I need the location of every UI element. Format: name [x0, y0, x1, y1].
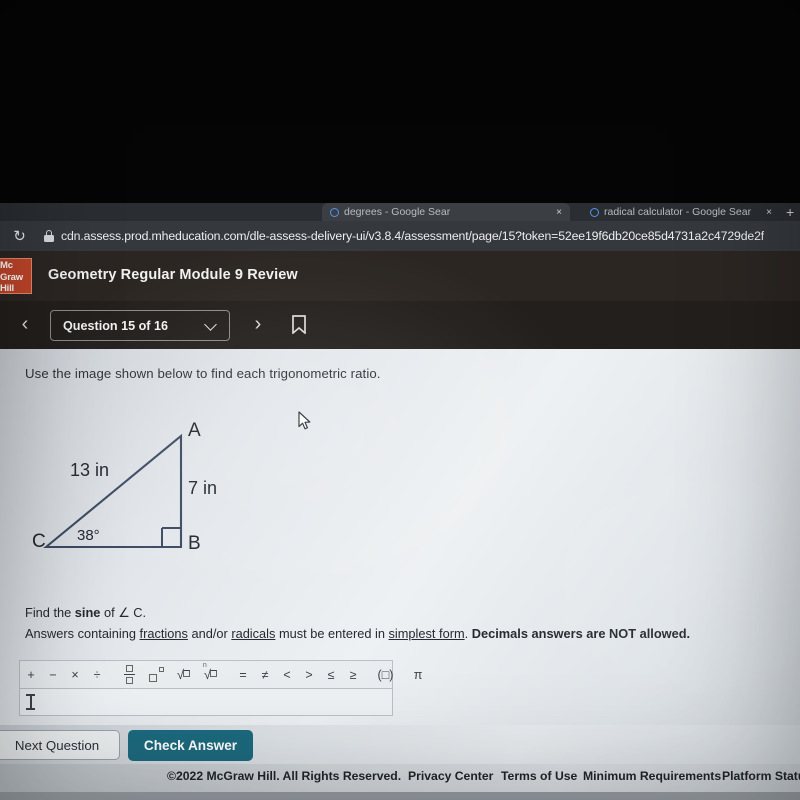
not-equals-button[interactable]: ≠ — [254, 660, 276, 689]
parentheses-button[interactable]: (□) — [372, 660, 399, 689]
text-caret — [26, 694, 35, 710]
footer-link-privacy-center[interactable]: Privacy Center — [408, 769, 493, 783]
dark-bezel-top — [0, 0, 800, 203]
answer-input[interactable] — [19, 689, 393, 716]
note-part-d: . — [464, 626, 472, 641]
nth-root-icon[interactable]: n √ — [197, 660, 224, 689]
mcgraw-hill-logo[interactable]: Mc Graw Hill — [0, 258, 32, 294]
question-selector-label: Question 15 of 16 — [63, 318, 168, 333]
greater-than-button[interactable]: > — [298, 660, 320, 689]
page-title: Geometry Regular Module 9 Review — [48, 267, 298, 283]
previous-question-button[interactable]: ‹ — [13, 312, 37, 336]
question-selector[interactable]: Question 15 of 16 — [50, 310, 230, 341]
footer-link-platform-status[interactable]: Platform Status — [722, 769, 800, 783]
equals-button[interactable]: = — [232, 660, 254, 689]
logo-line-3: Hill — [0, 283, 14, 294]
google-favicon-icon — [590, 207, 599, 217]
multiply-button[interactable]: × — [64, 660, 86, 689]
answer-format-note: Answers containing fractions and/or radi… — [25, 626, 690, 641]
exponent-icon[interactable] — [143, 660, 170, 689]
browser-tab-strip: degrees - Google Sear × radical calculat… — [0, 203, 800, 221]
page-footer: ©2022 McGraw Hill. All Rights Reserved. … — [0, 764, 800, 792]
less-than-button[interactable]: < — [276, 660, 298, 689]
footer-link-minimum-requirements[interactable]: Minimum Requirements — [583, 769, 721, 783]
url-input[interactable]: cdn.assess.prod.mheducation.com/dle-asse… — [61, 229, 764, 243]
vertex-label-a: A — [188, 420, 201, 441]
math-input-toolbar: + − × ÷ √ n √ = ≠ < > ≤ ≥ (□) π — [19, 660, 422, 689]
vertex-label-b: B — [188, 533, 201, 554]
logo-line-1: Mc — [0, 260, 13, 271]
note-decimals-warning: Decimals answers are NOT allowed. — [471, 626, 691, 641]
opposite-side-length-label: 7 in — [188, 478, 218, 498]
browser-tab[interactable]: degrees - Google Sear × — [322, 203, 570, 221]
square-root-icon[interactable]: √ — [170, 660, 197, 689]
find-instruction: Find the sine of ∠ C. — [25, 605, 146, 621]
mouse-pointer — [298, 411, 311, 430]
pi-button[interactable]: π — [407, 660, 429, 689]
next-question-button[interactable]: Next Question — [0, 730, 120, 760]
next-question-arrow-button[interactable]: › — [246, 312, 270, 336]
note-fractions-link: fractions — [139, 626, 188, 641]
chevron-down-icon — [204, 318, 217, 331]
reload-icon[interactable]: ↻ — [11, 228, 28, 245]
footer-link-terms-of-use[interactable]: Terms of Use — [501, 769, 577, 783]
check-answer-button[interactable]: Check Answer — [128, 730, 253, 761]
tab-title: radical calculator - Google Sear — [604, 206, 752, 218]
copyright-text: ©2022 McGraw Hill. All Rights Reserved. — [167, 769, 402, 783]
find-suffix: of ∠ C. — [100, 605, 147, 620]
note-part-b: and/or — [187, 626, 232, 641]
app-header: Mc Graw Hill Geometry Regular Module 9 R… — [0, 251, 800, 301]
find-ratio-name: sine — [74, 605, 101, 620]
dark-bezel-bottom — [0, 792, 800, 800]
note-part-c: must be entered in — [275, 626, 389, 641]
lock-icon — [44, 230, 54, 242]
note-radicals-link: radicals — [231, 626, 276, 641]
close-icon[interactable]: × — [556, 207, 562, 218]
close-icon[interactable]: × — [766, 207, 772, 218]
browser-omnibox-row: ↻ cdn.assess.prod.mheducation.com/dle-as… — [0, 221, 800, 251]
note-simplest-form-link: simplest form — [388, 626, 465, 641]
assessment-content: Use the image shown below to find each t… — [0, 349, 800, 725]
nth-root-index: n — [202, 662, 207, 669]
note-part-a: Answers containing — [25, 626, 140, 641]
bookmark-icon[interactable] — [291, 315, 307, 335]
google-favicon-icon — [330, 207, 339, 217]
screenshot-root: degrees - Google Sear × radical calculat… — [0, 0, 800, 800]
triangle-figure: A B C 13 in 7 in 38° — [16, 414, 256, 564]
action-bar: Next Question Check Answer — [0, 725, 800, 764]
question-prompt: Use the image shown below to find each t… — [25, 366, 381, 381]
tab-title: degrees - Google Sear — [344, 206, 451, 218]
minus-button[interactable]: − — [42, 660, 64, 689]
angle-measure-label: 38° — [77, 527, 100, 544]
less-equal-button[interactable]: ≤ — [320, 660, 342, 689]
logo-line-2: Graw — [0, 271, 23, 283]
divide-button[interactable]: ÷ — [86, 660, 108, 689]
vertex-label-c: C — [32, 531, 46, 552]
browser-tab[interactable]: radical calculator - Google Sear × — [582, 203, 780, 221]
hypotenuse-length-label: 13 in — [70, 460, 110, 480]
plus-button[interactable]: + — [20, 660, 42, 689]
question-nav-bar: ‹ Question 15 of 16 › — [0, 301, 800, 349]
fraction-icon[interactable] — [116, 660, 143, 689]
greater-equal-button[interactable]: ≥ — [342, 660, 364, 689]
new-tab-button[interactable]: + — [786, 204, 794, 220]
find-prefix: Find the — [25, 605, 75, 620]
